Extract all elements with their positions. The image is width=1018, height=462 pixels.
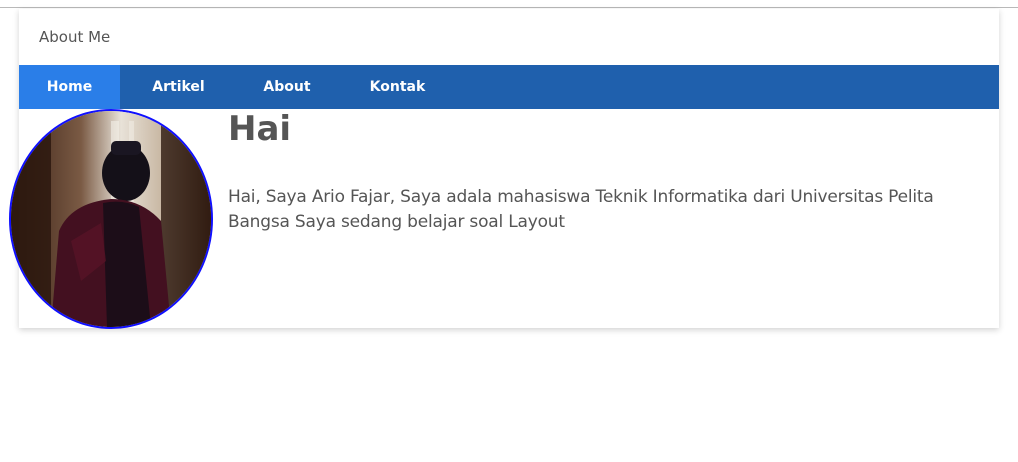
nav-item-artikel[interactable]: Artikel [120,65,237,109]
profile-avatar [9,109,213,329]
top-divider [0,0,1018,8]
page-heading: Hai [228,109,292,149]
page-card: About Me Home Artikel About Kontak Hai H… [9,9,999,329]
profile-content: Hai Hai, Saya Ario Fajar, Saya adala mah… [228,109,968,235]
profile-photo-icon [11,111,211,327]
nav-item-about[interactable]: About [237,65,337,109]
intro-text: Hai, Saya Ario Fajar, Saya adala mahasis… [228,187,934,232]
site-title: About Me [39,28,111,46]
site-header: About Me [19,9,999,65]
main-navbar: Home Artikel About Kontak [19,65,999,109]
nav-item-kontak[interactable]: Kontak [337,65,458,109]
nav-item-home[interactable]: Home [19,65,120,109]
